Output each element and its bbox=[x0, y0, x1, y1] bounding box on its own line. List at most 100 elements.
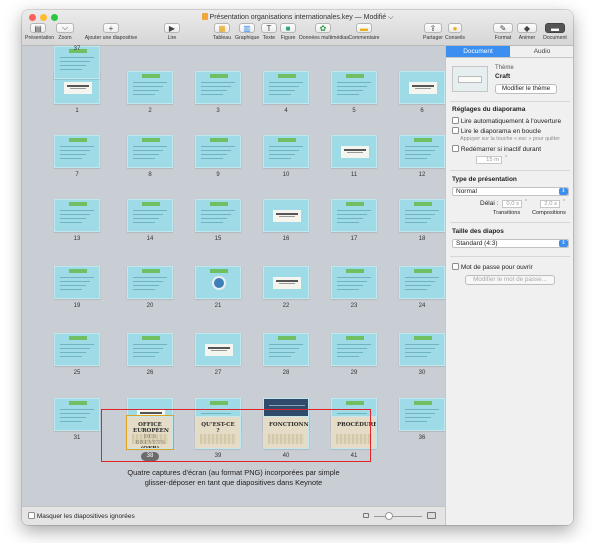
slide-text-line bbox=[133, 348, 163, 349]
slide-thumbnail[interactable] bbox=[195, 199, 241, 232]
slide-text-line bbox=[201, 158, 223, 159]
slide-thumbnail[interactable] bbox=[331, 199, 377, 232]
slide-number: 7 bbox=[75, 172, 79, 178]
slide-size-select[interactable]: Standard (4:3) ⇕ bbox=[452, 239, 569, 248]
transitions-delay-field[interactable]: 0,0 s bbox=[502, 200, 522, 208]
restart-duration-field[interactable]: 15 m bbox=[476, 156, 502, 164]
slide-subtitle-line bbox=[279, 283, 295, 284]
slide-thumbnail[interactable] bbox=[54, 266, 100, 299]
slide-thumbnail[interactable] bbox=[127, 71, 173, 104]
autoplay-option[interactable]: Lire automatiquement à l'ouverture bbox=[452, 117, 561, 125]
un-logo-image bbox=[212, 276, 226, 290]
slide-text-line bbox=[60, 289, 82, 290]
slide-thumbnail[interactable] bbox=[399, 71, 445, 104]
slide-size-title: Taille des diapos bbox=[452, 228, 504, 235]
slide-thumbnail[interactable] bbox=[195, 71, 241, 104]
slide-thumbnail[interactable] bbox=[263, 199, 309, 232]
builds-delay-field[interactable]: 2,0 s bbox=[540, 200, 560, 208]
slide-thumbnail[interactable] bbox=[263, 135, 309, 168]
slide-thumbnail[interactable] bbox=[127, 135, 173, 168]
slide-text-line bbox=[269, 146, 303, 147]
inspector-panel: Document Audio Thème Craft Modifier le t… bbox=[445, 46, 573, 525]
password-option[interactable]: Mot de passe pour ouvrir bbox=[452, 263, 533, 271]
thumbnail-size-slider[interactable] bbox=[374, 516, 422, 517]
document-button[interactable]: ▬ Document bbox=[540, 23, 570, 41]
slide-header-bar bbox=[278, 336, 296, 340]
slide-header-bar bbox=[69, 269, 87, 273]
slide-thumbnail[interactable] bbox=[127, 266, 173, 299]
share-button[interactable]: ⇪ Partager bbox=[421, 23, 445, 41]
thumbnail-size-knob[interactable] bbox=[385, 512, 393, 520]
tab-document[interactable]: Document bbox=[446, 46, 510, 57]
zoom-button[interactable]: ⌵ Zoom bbox=[55, 23, 75, 41]
slide-text-line bbox=[337, 281, 367, 282]
hide-skipped-checkbox[interactable] bbox=[28, 512, 35, 519]
slide-text-line bbox=[269, 158, 291, 159]
autoplay-checkbox[interactable] bbox=[452, 117, 459, 124]
slide-thumbnail[interactable] bbox=[399, 266, 445, 299]
slide-title-card bbox=[341, 146, 369, 158]
slide-thumbnail[interactable] bbox=[399, 333, 445, 366]
slide-thumbnail[interactable] bbox=[399, 199, 445, 232]
slide-thumbnail[interactable] bbox=[195, 135, 241, 168]
table-button[interactable]: ▦ Tableau bbox=[211, 23, 233, 41]
slide-text-line bbox=[405, 277, 439, 278]
slide-thumbnail[interactable] bbox=[331, 333, 377, 366]
slide-thumbnail[interactable] bbox=[54, 398, 100, 431]
format-button[interactable]: ✎ Format bbox=[492, 23, 514, 41]
paintbrush-icon: ✎ bbox=[493, 23, 513, 33]
chevron-updown-icon: ⇕ bbox=[559, 188, 568, 195]
slide-thumbnail[interactable] bbox=[127, 199, 173, 232]
transitions-stepper[interactable]: ⌃ bbox=[524, 199, 528, 205]
presentation-view-button[interactable]: ▤ Présentation bbox=[25, 23, 54, 41]
comment-button[interactable]: ▬ Commentaire bbox=[348, 23, 380, 41]
slide-thumbnail[interactable] bbox=[127, 333, 173, 366]
tab-audio[interactable]: Audio bbox=[510, 46, 573, 57]
slide-thumbnail[interactable] bbox=[263, 333, 309, 366]
slide-text-line bbox=[60, 65, 86, 66]
theme-thumbnail[interactable] bbox=[452, 66, 488, 92]
change-password-button[interactable]: Modifier le mot de passe... bbox=[465, 275, 555, 285]
change-theme-button[interactable]: Modifier le thème bbox=[495, 84, 557, 94]
slide-thumbnail[interactable] bbox=[54, 199, 100, 232]
loop-option[interactable]: Lire le diaporama en boucle bbox=[452, 127, 541, 135]
slide-thumbnail[interactable] bbox=[399, 135, 445, 168]
media-button[interactable]: ✿ Données multimédias bbox=[299, 23, 349, 41]
slide-number: 36 bbox=[418, 435, 426, 441]
slide-thumbnail[interactable] bbox=[54, 135, 100, 168]
chart-button[interactable]: ▥ Graphique bbox=[235, 23, 259, 41]
loop-checkbox[interactable] bbox=[452, 127, 459, 134]
slide-text-line bbox=[405, 344, 439, 345]
slide-number: 28 bbox=[282, 370, 290, 376]
presentation-type-select[interactable]: Normal ⇕ bbox=[452, 187, 569, 196]
slide-thumbnail[interactable] bbox=[195, 333, 241, 366]
slide-title-card bbox=[64, 82, 92, 94]
slide-thumbnail[interactable] bbox=[331, 71, 377, 104]
slide-thumbnail[interactable] bbox=[399, 398, 445, 431]
add-slide-button[interactable]: + Ajouter une diapositive bbox=[81, 23, 141, 41]
restart-checkbox[interactable] bbox=[452, 145, 459, 152]
restart-stepper[interactable]: ⌃ bbox=[504, 155, 508, 161]
password-checkbox[interactable] bbox=[452, 263, 459, 270]
slide-number: 26 bbox=[146, 370, 154, 376]
tips-button[interactable]: ● Conseils bbox=[445, 23, 465, 41]
slide-thumbnail[interactable] bbox=[331, 266, 377, 299]
slide-title-line bbox=[412, 85, 434, 87]
keynote-window: Présentation organisations international… bbox=[22, 10, 573, 525]
text-button[interactable]: T Texte bbox=[260, 23, 278, 41]
slide-text-line bbox=[405, 281, 435, 282]
slide-thumbnail[interactable] bbox=[263, 71, 309, 104]
slide-thumbnail[interactable] bbox=[54, 333, 100, 366]
shape-button[interactable]: ■ Figure bbox=[279, 23, 297, 41]
builds-stepper[interactable]: ⌃ bbox=[562, 199, 566, 205]
play-button[interactable]: ▶ Lire bbox=[160, 23, 184, 41]
hide-skipped-option[interactable]: Masquer les diapositives ignorées bbox=[28, 512, 135, 520]
slide-header-bar bbox=[278, 138, 296, 142]
slide-text-line bbox=[337, 289, 359, 290]
restart-option[interactable]: Redémarrer si inactif durant bbox=[452, 145, 541, 153]
slide-thumbnail[interactable] bbox=[331, 135, 377, 168]
slide-thumbnail[interactable] bbox=[263, 266, 309, 299]
animate-button[interactable]: ◆ Animer bbox=[515, 23, 539, 41]
media-icon: ✿ bbox=[315, 23, 331, 33]
slide-thumbnail[interactable] bbox=[195, 266, 241, 299]
